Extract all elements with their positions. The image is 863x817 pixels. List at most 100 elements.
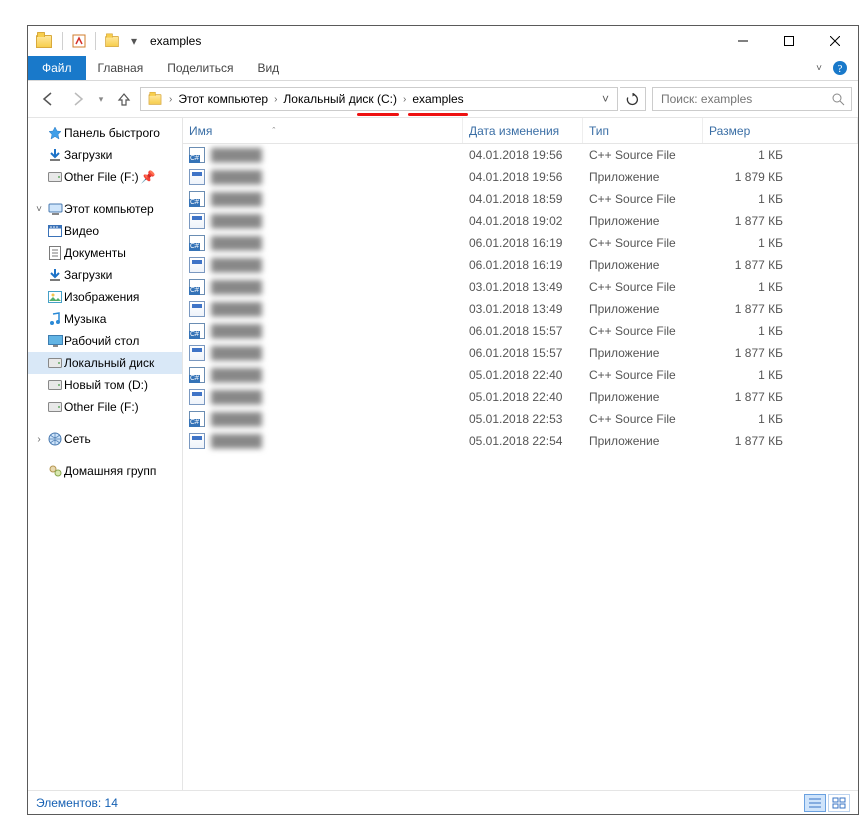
sidebar-quick-downloads[interactable]: Загрузки [28,144,182,166]
file-name: ██████ [211,434,262,448]
sidebar-item-label: Other File (F:) [64,400,139,414]
file-row[interactable]: ██████05.01.2018 22:40Приложение1 877 КБ [183,386,858,408]
qat-newfolder-button[interactable] [102,30,122,52]
sidebar-network[interactable]: › Сеть [28,428,182,450]
ribbon-tab-view[interactable]: Вид [245,56,291,80]
sidebar-thispc-item[interactable]: Other File (F:) [28,396,182,418]
file-name: ██████ [211,412,262,426]
sidebar-homegroup[interactable]: Домашняя групп [28,460,182,482]
view-details-button[interactable] [804,794,826,812]
minimize-button[interactable] [720,26,766,56]
search-box[interactable] [652,87,852,111]
drive-icon [46,172,64,182]
column-type[interactable]: Тип [583,118,703,143]
column-size[interactable]: Размер [703,118,858,143]
sidebar-this-pc[interactable]: ˅ Этот компьютер [28,198,182,220]
file-date: 05.01.2018 22:53 [463,412,583,426]
ribbon-tab-share[interactable]: Поделиться [155,56,245,80]
file-date: 06.01.2018 16:19 [463,258,583,272]
file-row[interactable]: ██████05.01.2018 22:40C++ Source File1 К… [183,364,858,386]
sidebar-thispc-item[interactable]: Загрузки [28,264,182,286]
ribbon-tab-home[interactable]: Главная [86,56,156,80]
sidebar-thispc-item[interactable]: Видео [28,220,182,242]
cpp-file-icon [189,323,205,339]
file-type: Приложение [583,302,703,316]
status-bar: Элементов: 14 [28,790,858,814]
highlight-mark [357,113,399,116]
column-name[interactable]: Имя ˆ [183,118,463,143]
file-row[interactable]: ██████03.01.2018 13:49C++ Source File1 К… [183,276,858,298]
file-size: 1 КБ [703,192,789,206]
file-date: 03.01.2018 13:49 [463,302,583,316]
search-input[interactable] [659,91,831,107]
file-row[interactable]: ██████06.01.2018 15:57C++ Source File1 К… [183,320,858,342]
file-size: 1 КБ [703,280,789,294]
help-icon[interactable]: ? [832,60,848,76]
sidebar-thispc-item[interactable]: Рабочий стол [28,330,182,352]
file-type: Приложение [583,170,703,184]
images-icon [46,291,64,303]
sidebar-item-label: Видео [64,224,99,238]
expand-icon[interactable]: ˅ [32,204,46,215]
maximize-button[interactable] [766,26,812,56]
file-row[interactable]: ██████06.01.2018 16:19C++ Source File1 К… [183,232,858,254]
explorer-window: ▾ examples Файл Главная Поделиться Вид ˅… [27,25,859,815]
sidebar-thispc-item[interactable]: Музыка [28,308,182,330]
music-icon [46,312,64,326]
qat-customize-button[interactable]: ▾ [128,30,140,52]
file-name: ██████ [211,192,262,206]
file-row[interactable]: ██████06.01.2018 15:57Приложение1 877 КБ [183,342,858,364]
chevron-right-icon[interactable]: › [401,94,408,105]
sidebar-thispc-item[interactable]: Документы [28,242,182,264]
breadcrumb-thispc[interactable]: Этот компьютер [174,88,272,110]
file-row[interactable]: ██████04.01.2018 19:56C++ Source File1 К… [183,144,858,166]
file-row[interactable]: ██████05.01.2018 22:54Приложение1 877 КБ [183,430,858,452]
quick-access-toolbar: ▾ [62,30,140,52]
network-icon [46,432,64,446]
sidebar-thispc-item[interactable]: Локальный диск [28,352,182,374]
file-row[interactable]: ██████03.01.2018 13:49Приложение1 877 КБ [183,298,858,320]
address-root-icon[interactable] [143,88,167,110]
breadcrumb-drive-c[interactable]: Локальный диск (C:) [279,88,401,110]
nav-history-button[interactable]: ▾ [94,85,108,113]
close-button[interactable] [812,26,858,56]
expand-icon[interactable]: › [32,434,46,445]
address-bar[interactable]: › Этот компьютер › Локальный диск (C:) ›… [140,87,618,111]
file-name: ██████ [211,258,262,272]
cpp-file-icon [189,279,205,295]
ribbon-expand-button[interactable]: ˅ [816,63,822,74]
file-row[interactable]: ██████04.01.2018 19:02Приложение1 877 КБ [183,210,858,232]
column-date[interactable]: Дата изменения [463,118,583,143]
nav-up-button[interactable] [110,85,138,113]
sidebar-item-label: Домашняя групп [64,464,156,478]
ribbon-tab-file[interactable]: Файл [28,56,86,80]
file-size: 1 КБ [703,324,789,338]
sidebar-quick-otherfile[interactable]: Other File (F:) 📌 [28,166,182,188]
qat-properties-button[interactable] [69,30,89,52]
nav-back-button[interactable] [34,85,62,113]
sidebar-thispc-item[interactable]: Новый том (D:) [28,374,182,396]
view-large-icons-button[interactable] [828,794,850,812]
cpp-file-icon [189,191,205,207]
sidebar-thispc-item[interactable]: Изображения [28,286,182,308]
application-icon [189,433,205,449]
file-name: ██████ [211,368,262,382]
file-row[interactable]: ██████05.01.2018 22:53C++ Source File1 К… [183,408,858,430]
breadcrumb-folder[interactable]: examples [408,88,467,110]
drive-icon [46,402,64,412]
search-icon[interactable] [831,92,845,106]
ribbon-tabs: Файл Главная Поделиться Вид ˅ ? [28,56,858,81]
file-rows[interactable]: ██████04.01.2018 19:56C++ Source File1 К… [183,144,858,790]
file-row[interactable]: ██████06.01.2018 16:19Приложение1 877 КБ [183,254,858,276]
chevron-right-icon[interactable]: › [272,94,279,105]
file-size: 1 КБ [703,412,789,426]
file-row[interactable]: ██████04.01.2018 19:56Приложение1 879 КБ [183,166,858,188]
file-row[interactable]: ██████04.01.2018 18:59C++ Source File1 К… [183,188,858,210]
refresh-button[interactable] [620,87,646,111]
status-count: Элементов: 14 [36,796,118,810]
address-dropdown-button[interactable]: ˅ [596,92,615,106]
chevron-right-icon[interactable]: › [167,94,174,105]
nav-forward-button[interactable] [64,85,92,113]
sidebar-quick-access[interactable]: Панель быстрого [28,122,182,144]
file-name: ██████ [211,170,262,184]
